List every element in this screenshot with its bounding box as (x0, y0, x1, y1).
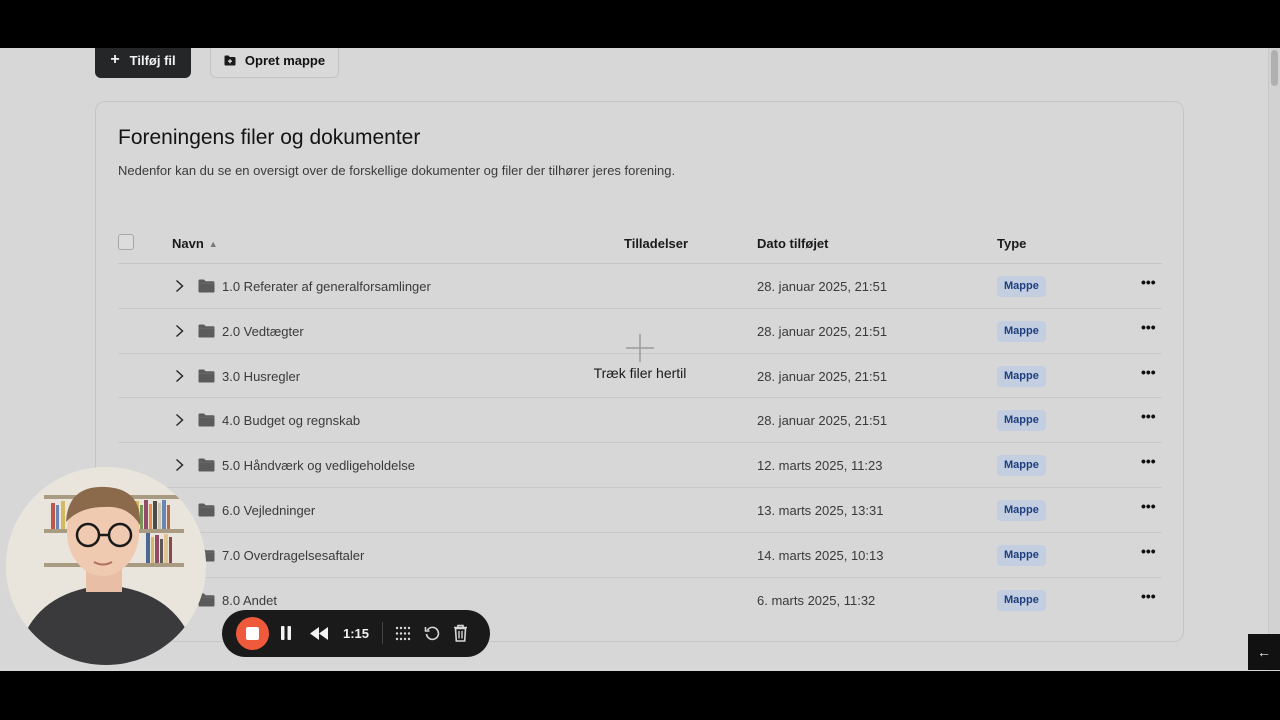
folder-name-link[interactable]: 5.0 Håndværk og vedligeholdelse (222, 458, 415, 473)
folder-icon (198, 369, 215, 383)
more-options-icon[interactable]: ••• (1141, 274, 1156, 290)
chevron-right-icon[interactable] (175, 369, 184, 383)
folder-icon (198, 324, 215, 338)
table-row[interactable]: 6.0 Vejledninger 13. marts 2025, 13:31 Map… (118, 488, 1162, 533)
table-row[interactable]: 1.0 Referater af generalforsamlinger 28. … (118, 264, 1162, 309)
recording-controls: 1:15 (222, 610, 490, 657)
folder-name-link[interactable]: 3.0 Husregler (222, 369, 300, 384)
chevron-right-icon[interactable] (175, 413, 184, 427)
grid-icon[interactable] (395, 626, 411, 641)
page-description: Nedenfor kan du se en oversigt over de f… (118, 163, 676, 178)
reset-icon[interactable] (424, 625, 440, 641)
folder-name-link[interactable]: 6.0 Vejledninger (222, 503, 315, 518)
column-header-permissions: Tilladelser (624, 236, 689, 251)
drop-zone-label: Træk filer hertil (593, 365, 687, 381)
date-added: 12. marts 2025, 11:23 (757, 458, 883, 474)
select-all-checkbox[interactable] (118, 234, 134, 250)
table-body: 1.0 Referater af generalforsamlinger 28. … (118, 264, 1162, 622)
chevron-right-icon[interactable] (175, 324, 184, 338)
folder-name-link[interactable]: 8.0 Andet (222, 593, 277, 608)
recording-elapsed-time: 1:15 (343, 626, 370, 641)
folder-name-link[interactable]: 7.0 Overdragelsesaftaler (222, 548, 364, 563)
type-badge: Mappe (997, 365, 1046, 387)
date-added: 28. januar 2025, 21:51 (757, 413, 888, 429)
plus-icon (626, 334, 654, 362)
more-options-icon[interactable]: ••• (1141, 319, 1156, 335)
recorder-divider (382, 622, 383, 644)
type-badge: Mappe (997, 499, 1046, 521)
more-options-icon[interactable]: ••• (1141, 408, 1156, 424)
date-added: 14. marts 2025, 10:13 (757, 547, 884, 563)
scrollbar-thumb[interactable] (1271, 50, 1278, 86)
column-header-date: Dato tilføjet (757, 236, 829, 251)
type-badge: Mappe (997, 410, 1046, 432)
letterbox-top (0, 0, 1280, 48)
folder-icon (198, 413, 215, 427)
back-button[interactable]: ← (1248, 634, 1280, 670)
more-options-icon[interactable]: ••• (1141, 588, 1156, 604)
type-badge: Mappe (997, 589, 1046, 611)
create-folder-label: Opret mappe (244, 52, 326, 68)
webcam-person-image (6, 467, 206, 665)
folder-name-link[interactable]: 1.0 Referater af generalforsamlinger (222, 279, 431, 294)
table-header: Navn ▲ Tilladelser Dato tilføjet Type (118, 222, 1162, 264)
table-row[interactable]: 5.0 Håndværk og vedligeholdelse 12. marts… (118, 443, 1162, 488)
pause-icon[interactable] (280, 626, 292, 640)
folder-icon (198, 503, 215, 517)
type-badge: Mappe (997, 276, 1046, 297)
rewind-icon[interactable] (310, 627, 328, 640)
folder-plus-icon (224, 55, 236, 65)
chevron-right-icon[interactable] (175, 279, 184, 293)
type-badge: Mappe (997, 455, 1046, 477)
page-title: Foreningens filer og dokumenter (118, 126, 421, 149)
date-added: 28. januar 2025, 21:51 (757, 368, 888, 384)
column-header-type: Type (997, 236, 1027, 251)
column-header-name[interactable]: Navn ▲ (172, 236, 218, 251)
files-table: Navn ▲ Tilladelser Dato tilføjet Type 1.0… (118, 222, 1162, 622)
date-added: 13. marts 2025, 13:31 (757, 502, 884, 518)
folder-icon (198, 458, 215, 472)
sort-ascending-icon: ▲ (208, 239, 218, 249)
more-options-icon[interactable]: ••• (1141, 543, 1156, 559)
trash-icon[interactable] (453, 624, 468, 642)
date-added: 6. marts 2025, 11:32 (757, 592, 876, 608)
stop-recording-button[interactable] (236, 617, 269, 650)
letterbox-bottom (0, 671, 1280, 720)
add-file-button[interactable]: + Tilføj fil (95, 48, 191, 78)
table-row[interactable]: 4.0 Budget og regnskab 28. januar 2025, 2… (118, 398, 1162, 444)
folder-name-link[interactable]: 2.0 Vedtægter (222, 324, 304, 339)
type-badge: Mappe (997, 320, 1046, 342)
table-row[interactable]: 7.0 Overdragelsesaftaler 14. marts 2025, … (118, 533, 1162, 578)
arrow-left-icon: ← (1257, 644, 1271, 660)
drop-zone[interactable]: Træk filer hertil (556, 333, 724, 381)
add-file-label: Tilføj fil (129, 52, 176, 68)
create-folder-button[interactable]: Opret mappe (210, 48, 339, 78)
date-added: 28. januar 2025, 21:51 (757, 279, 888, 294)
type-badge: Mappe (997, 544, 1046, 566)
more-options-icon[interactable]: ••• (1141, 453, 1156, 469)
vertical-scrollbar[interactable] (1268, 48, 1280, 671)
column-name-label: Navn (172, 236, 204, 251)
more-options-icon[interactable]: ••• (1141, 364, 1156, 380)
plus-icon: + (110, 51, 120, 68)
chevron-right-icon[interactable] (175, 458, 184, 472)
folder-icon (198, 279, 215, 293)
webcam-bubble[interactable] (6, 467, 206, 665)
date-added: 28. januar 2025, 21:51 (757, 323, 888, 339)
folder-name-link[interactable]: 4.0 Budget og regnskab (222, 413, 360, 428)
more-options-icon[interactable]: ••• (1141, 498, 1156, 514)
